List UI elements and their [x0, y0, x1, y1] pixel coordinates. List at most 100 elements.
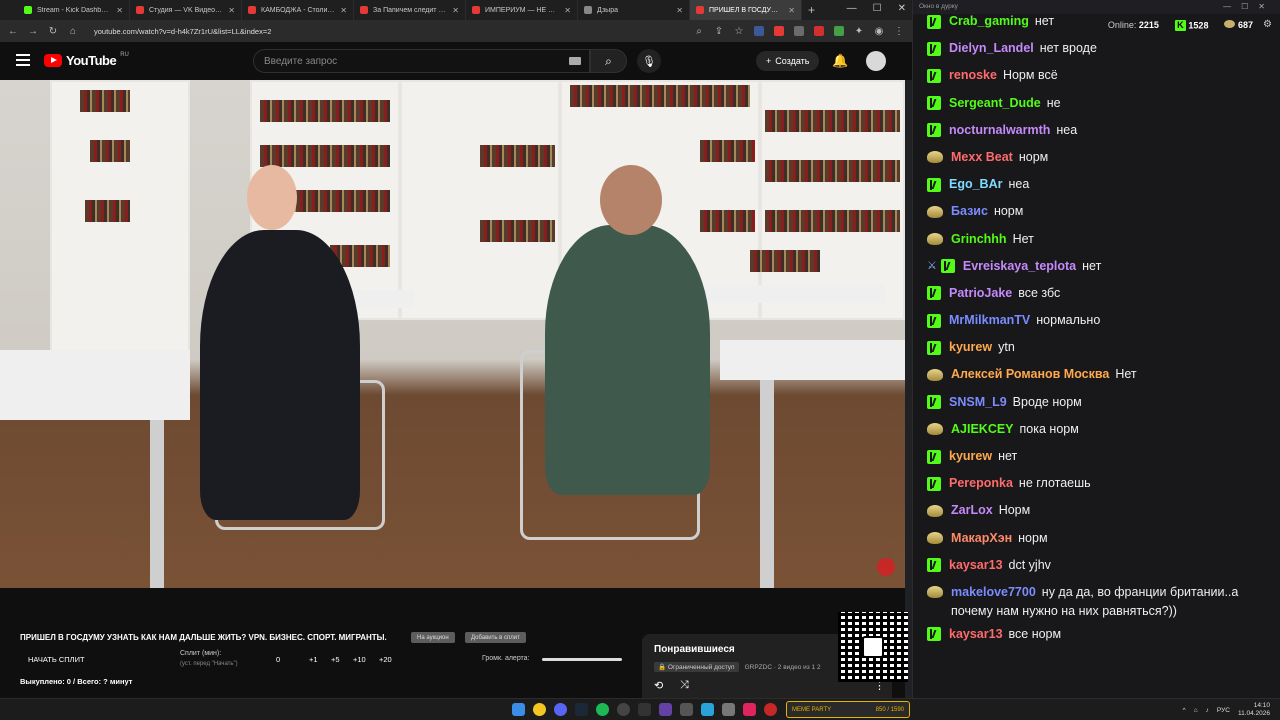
- browser-tab[interactable]: ПРИШЕЛ В ГОСДУМУ УЗНА ✕: [690, 0, 802, 20]
- chat-username[interactable]: Pereponka: [949, 476, 1013, 490]
- bookmark-star-icon[interactable]: ☆: [734, 26, 744, 37]
- tab-close-icon[interactable]: ✕: [228, 6, 235, 15]
- books: [80, 90, 130, 112]
- search-input[interactable]: Введите запрос: [253, 49, 590, 73]
- minimize-icon[interactable]: —: [847, 3, 857, 14]
- app-icon[interactable]: [680, 703, 693, 716]
- chat-username[interactable]: MrMilkmanTV: [949, 313, 1030, 327]
- chat-username[interactable]: kyurew: [949, 449, 992, 463]
- alert-volume-slider[interactable]: [542, 658, 622, 661]
- chat-username[interactable]: МакарХэн: [951, 531, 1012, 545]
- chrome-icon[interactable]: [533, 703, 546, 716]
- windows-start-icon[interactable]: [512, 703, 525, 716]
- chat-badges: [927, 474, 941, 493]
- browser-tab[interactable]: Stream - Kick Dashboard ✕: [18, 0, 130, 20]
- tab-close-icon[interactable]: ✕: [340, 6, 347, 15]
- chat-username[interactable]: Evreiskaya_teplota: [963, 259, 1076, 273]
- tray-expand-icon[interactable]: ^: [1183, 707, 1186, 714]
- start-split-button[interactable]: НАЧАТЬ СПЛИТ: [28, 655, 85, 664]
- chat-username[interactable]: SNSM_L9: [949, 395, 1007, 409]
- share-icon[interactable]: ⇪: [714, 26, 724, 37]
- notifications-bell-icon[interactable]: 🔔: [832, 53, 848, 69]
- chat-message: Mexx Beat норм: [927, 144, 1277, 171]
- chat-username[interactable]: Grinchhh: [951, 232, 1007, 246]
- chat-username[interactable]: ZarLox: [951, 503, 993, 517]
- add-split-button[interactable]: Добавить в сплит: [465, 632, 526, 643]
- menu-dots-icon[interactable]: ⋮: [894, 26, 904, 37]
- extension-icon[interactable]: [754, 26, 764, 36]
- search-button[interactable]: ⌕: [590, 49, 627, 73]
- tab-close-icon[interactable]: ✕: [452, 6, 459, 15]
- loop-icon[interactable]: ⟲: [654, 679, 663, 692]
- auction-button[interactable]: На аукцион: [411, 632, 455, 643]
- puzzle-icon[interactable]: ✦: [854, 26, 864, 37]
- tab-close-icon[interactable]: ✕: [116, 6, 123, 15]
- app-icon[interactable]: [659, 703, 672, 716]
- create-button[interactable]: + Создать: [756, 51, 820, 71]
- chat-username[interactable]: renoske: [949, 68, 997, 82]
- chat-username[interactable]: kaysar13: [949, 627, 1003, 641]
- spotify-icon[interactable]: [596, 703, 609, 716]
- meme-party-widget[interactable]: MEME PARTY 850 / 1590: [786, 701, 910, 718]
- chat-username[interactable]: Sergeant_Dude: [949, 96, 1041, 110]
- back-icon[interactable]: ←: [8, 26, 18, 37]
- browser-tab[interactable]: За Папичем следит в реаль ✕: [354, 0, 466, 20]
- home-icon[interactable]: ⌂: [68, 26, 78, 37]
- split-add-1-button[interactable]: +1: [309, 655, 318, 664]
- chat-username[interactable]: Алексей Романов Москва: [951, 367, 1109, 381]
- chat-username[interactable]: Mexx Beat: [951, 150, 1013, 164]
- chat-username[interactable]: PatrioJake: [949, 286, 1012, 300]
- extension-icon[interactable]: [834, 26, 844, 36]
- extension-icon[interactable]: [794, 26, 804, 36]
- chat-username[interactable]: AJIEKCEY: [951, 422, 1014, 436]
- chat-username[interactable]: kaysar13: [949, 558, 1003, 572]
- extension-icon[interactable]: [814, 26, 824, 36]
- voice-search-button[interactable]: 🎙: [637, 49, 661, 73]
- new-tab-icon[interactable]: +: [808, 3, 815, 17]
- app-icon[interactable]: [722, 703, 735, 716]
- close-window-icon[interactable]: ✕: [898, 3, 906, 14]
- forward-icon[interactable]: →: [28, 26, 38, 37]
- volume-icon[interactable]: ♪: [1206, 707, 1209, 714]
- maximize-icon[interactable]: ☐: [873, 3, 882, 14]
- hamburger-menu-icon[interactable]: [16, 54, 30, 66]
- app-icon[interactable]: [743, 703, 756, 716]
- split-add-20-button[interactable]: +20: [379, 655, 392, 664]
- telegram-icon[interactable]: [701, 703, 714, 716]
- reload-icon[interactable]: ↻: [48, 26, 58, 37]
- chat-username[interactable]: kyurew: [949, 340, 992, 354]
- clock[interactable]: 14:10 11.04.2026: [1238, 702, 1270, 718]
- tab-close-icon[interactable]: ✕: [564, 6, 571, 15]
- app-icon[interactable]: [638, 703, 651, 716]
- url-field[interactable]: youtube.com/watch?v=d-h4k7Zr1rU&list=LL&…: [94, 27, 271, 36]
- youtube-logo[interactable]: YouTube RU: [44, 52, 129, 68]
- browser-tab[interactable]: КАМБОДЖА - Столица Ми ✕: [242, 0, 354, 20]
- split-add-10-button[interactable]: +10: [353, 655, 366, 664]
- zoom-icon[interactable]: ⌕: [694, 26, 704, 37]
- network-icon[interactable]: ⌂: [1194, 707, 1198, 714]
- avatar[interactable]: [866, 51, 886, 71]
- chat-username[interactable]: Dielyn_Landel: [949, 41, 1034, 55]
- app-icon[interactable]: [764, 703, 777, 716]
- chat-username[interactable]: nocturnalwarmth: [949, 123, 1050, 137]
- obs-icon[interactable]: [617, 703, 630, 716]
- chat-username[interactable]: Базис: [951, 204, 988, 218]
- chat-username[interactable]: Crab_gaming: [949, 14, 1029, 28]
- split-add-5-button[interactable]: +5: [331, 655, 340, 664]
- video-player[interactable]: [0, 80, 905, 588]
- tab-close-icon[interactable]: ✕: [788, 6, 795, 15]
- language-indicator[interactable]: РУС: [1217, 707, 1230, 714]
- extension-icon[interactable]: [774, 26, 784, 36]
- discord-icon[interactable]: [554, 703, 567, 716]
- tab-close-icon[interactable]: ✕: [676, 6, 683, 15]
- browser-tab[interactable]: ИМПЕРИУМ — НЕ РОССИЯ ✕: [466, 0, 578, 20]
- browser-tab[interactable]: Студия — VK Видео Live ✕: [130, 0, 242, 20]
- profile-icon[interactable]: ◉: [874, 26, 884, 37]
- chat-username[interactable]: makelove7700: [951, 585, 1036, 599]
- steam-icon[interactable]: [575, 703, 588, 716]
- shuffle-icon[interactable]: ⤨: [680, 679, 689, 692]
- tab-title: Студия — VK Видео Live: [149, 6, 224, 14]
- chat-username[interactable]: Ego_BAr: [949, 177, 1002, 191]
- browser-tab[interactable]: Дзыра ✕: [578, 0, 690, 20]
- keyboard-icon[interactable]: [569, 57, 581, 65]
